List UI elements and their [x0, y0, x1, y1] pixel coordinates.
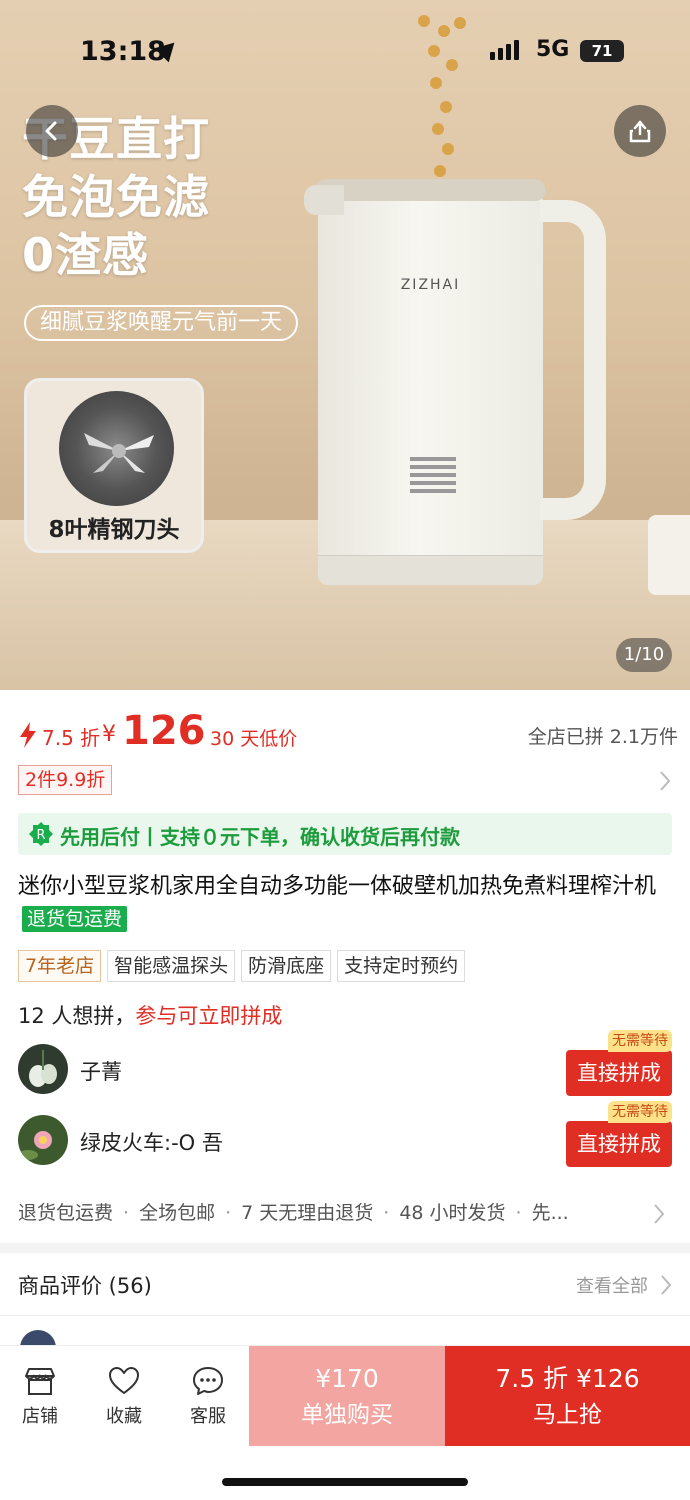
coupon-row[interactable]: 2件9.9折	[18, 765, 678, 797]
signal-icon	[490, 40, 519, 60]
join-group-button[interactable]: 直接拼成	[566, 1121, 672, 1167]
coupon-badge: 2件9.9折	[18, 765, 113, 795]
sold-count: 全店已拼 2.1万件	[527, 726, 678, 748]
chevron-right-icon	[654, 1204, 665, 1224]
group-buy-price: 7.5 折 ¥126	[495, 1364, 640, 1393]
headline-line-2: 免泡免滤	[22, 170, 210, 224]
service-item: 全场包邮	[139, 1202, 216, 1224]
customer-service-tab[interactable]: 客服	[178, 1360, 238, 1428]
low-price-note: 30 天低价	[210, 728, 298, 750]
reviews-heading: 商品评价 (56)	[18, 1274, 152, 1298]
chip-feature: 支持定时预约	[337, 950, 466, 982]
want-count: 12 人想拼，	[18, 1004, 136, 1028]
bottom-action-bar: 店铺 收藏 客服 ¥170 单独购买 7.5 折 ¥126 马上抢	[0, 1345, 690, 1500]
divider	[0, 1315, 690, 1316]
return-shipping-tag: 退货包运费	[22, 906, 128, 932]
no-wait-badge: 无需等待	[608, 1101, 672, 1123]
store-label: 店铺	[22, 1406, 58, 1427]
chevron-right-icon	[661, 1275, 672, 1295]
battery-icon: 71	[580, 40, 624, 62]
product-title: 迷你小型豆浆机家用全自动多功能一体破壁机加热免煮料理榨汁机退货包运费	[18, 870, 678, 938]
blade-icon	[84, 433, 154, 473]
group-buy-summary: 12 人想拼，参与可立即拼成	[18, 1000, 282, 1030]
image-counter: 1/10	[616, 638, 672, 672]
group-buy-button[interactable]: 7.5 折 ¥126 马上抢	[445, 1346, 690, 1446]
store-tab[interactable]: 店铺	[10, 1360, 70, 1428]
group-member-name: 子菁	[80, 1060, 122, 1084]
share-button[interactable]	[614, 105, 666, 157]
group-row: 绿皮火车:-O 吾 直接拼成 无需等待	[18, 1101, 672, 1169]
buy-alone-button[interactable]: ¥170 单独购买	[249, 1346, 445, 1446]
service-item: 7 天无理由退货	[241, 1202, 374, 1224]
reviews-header[interactable]: 商品评价 (56) 查看全部	[18, 1268, 672, 1302]
product-page: ZIZHAI 干豆直打 免泡免滤 0渣感 细腻豆浆唤醒元气前一天 8叶精钢刀头 …	[0, 0, 690, 1500]
network-label: 5G	[536, 37, 570, 62]
price-row: 7.5 折 ¥ 126 30 天低价 全店已拼 2.1万件	[18, 708, 678, 758]
pay-later-text: 先用后付丨支持０元下单，确认收货后再付款	[60, 825, 460, 849]
price-amount: 126	[122, 708, 206, 754]
service-item: 退货包运费	[18, 1202, 114, 1224]
service-item: 先...	[531, 1202, 569, 1224]
join-group-button[interactable]: 直接拼成	[566, 1050, 672, 1096]
kettle-handle	[540, 200, 606, 520]
status-time: 13:18	[80, 36, 166, 67]
pay-later-banner[interactable]: R 先用后付丨支持０元下单，确认收货后再付款	[18, 813, 672, 855]
back-arrow-icon	[45, 121, 57, 141]
feature-badge-label: 8叶精钢刀头	[48, 517, 180, 543]
buy-alone-label: 单独购买	[301, 1402, 393, 1428]
share-icon	[629, 120, 651, 143]
store-icon	[25, 1368, 55, 1395]
kettle-illustration: ZIZHAI	[304, 179, 545, 585]
favorite-label: 收藏	[106, 1406, 142, 1427]
feature-badge: 8叶精钢刀头	[24, 378, 204, 553]
product-image-carousel[interactable]: ZIZHAI 干豆直打 免泡免滤 0渣感 细腻豆浆唤醒元气前一天 8叶精钢刀头 …	[0, 0, 690, 690]
lightning-icon	[20, 722, 36, 748]
headline-line-3: 0渣感	[22, 228, 150, 282]
no-wait-badge: 无需等待	[608, 1030, 672, 1052]
view-all-reviews-link[interactable]: 查看全部	[576, 1272, 648, 1298]
chat-icon	[193, 1367, 223, 1395]
service-item: 48 小时发货	[399, 1202, 506, 1224]
group-row: 子菁 直接拼成 无需等待	[18, 1030, 672, 1098]
join-hint: 参与可立即拼成	[135, 1004, 283, 1028]
product-title-text: 迷你小型豆浆机家用全自动多功能一体破壁机加热免煮料理榨汁机	[18, 874, 657, 899]
buy-alone-price: ¥170	[315, 1364, 379, 1393]
home-indicator[interactable]	[222, 1478, 468, 1486]
svg-text:R: R	[36, 828, 45, 843]
feature-chips: 7年老店 智能感温探头 防滑底座 支持定时预约	[18, 950, 466, 982]
chip-store-age[interactable]: 7年老店	[18, 950, 102, 982]
group-member-name: 绿皮火车:-O 吾	[80, 1131, 223, 1155]
favorite-tab[interactable]: 收藏	[94, 1360, 154, 1428]
avatar	[18, 1115, 68, 1165]
cup-illustration	[648, 515, 690, 595]
customer-service-label: 客服	[190, 1406, 226, 1427]
heart-icon	[109, 1367, 139, 1394]
chip-feature: 智能感温探头	[107, 950, 236, 982]
currency-symbol: ¥	[102, 722, 116, 747]
discount-label: 7.5 折	[42, 726, 101, 750]
hero-tagline: 细腻豆浆唤醒元气前一天	[24, 305, 299, 341]
group-buy-label: 马上抢	[533, 1402, 602, 1428]
pay-later-icon: R	[29, 822, 53, 846]
avatar	[18, 1044, 68, 1094]
service-guarantees[interactable]: 退货包运费 · 全场包邮 · 7 天无理由退货 · 48 小时发货 · 先...	[18, 1198, 672, 1228]
chip-feature: 防滑底座	[241, 950, 332, 982]
section-divider	[0, 1243, 690, 1253]
status-bar: 13:18 5G 71	[0, 22, 690, 78]
chevron-right-icon	[660, 771, 671, 791]
back-button[interactable]	[26, 105, 78, 157]
brand-label: ZIZHAI	[400, 277, 461, 293]
